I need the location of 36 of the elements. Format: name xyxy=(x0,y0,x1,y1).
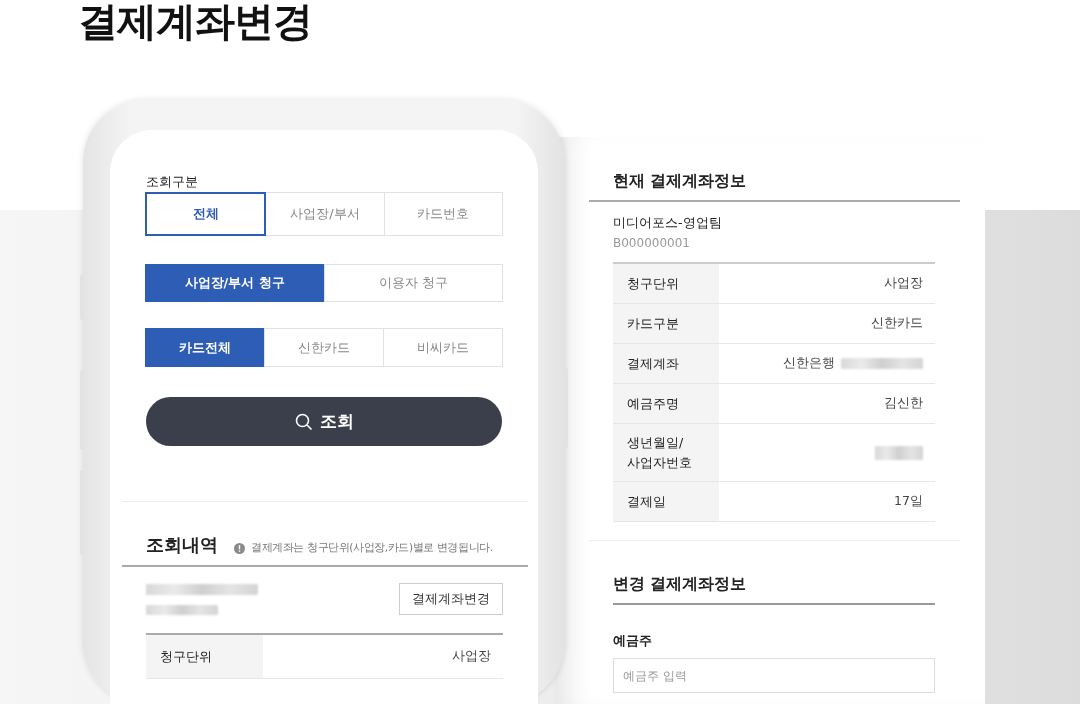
change-account-button[interactable]: 결제계좌변경 xyxy=(399,583,503,615)
segment-tab[interactable]: 사업장/부서 xyxy=(265,192,385,236)
segment-tab[interactable]: 비씨카드 xyxy=(383,328,503,367)
section-title: 현재 결제계좌정보 xyxy=(589,171,960,202)
row-value: 사업장 xyxy=(884,275,923,292)
segment-tab[interactable]: 카드전체 xyxy=(145,328,265,367)
segment-tab[interactable]: 이용자 청구 xyxy=(323,264,503,302)
segment-tab[interactable]: 사업장/부서 청구 xyxy=(145,264,325,302)
row-value: 17일 xyxy=(894,493,923,510)
info-icon xyxy=(234,542,245,554)
account-name: 미디어포스-영업팀 xyxy=(613,215,723,232)
input-field[interactable]: 예금주 입력 xyxy=(613,658,935,693)
row-label: 청구단위 xyxy=(146,635,263,678)
search-button[interactable]: 조회 xyxy=(146,397,502,446)
search-icon xyxy=(294,412,313,431)
redacted-block xyxy=(146,604,218,615)
row-value: 신한은행 xyxy=(783,355,835,372)
segment-tab[interactable]: 카드번호 xyxy=(383,192,503,236)
row-value: 신한카드 xyxy=(871,315,923,332)
notice-text: 결제계좌는 청구단위(사업장,카드)별로 변경됩니다. xyxy=(251,541,493,555)
row-value: 김신한 xyxy=(884,395,923,412)
row-label: 결제계좌 xyxy=(613,344,719,383)
field-label: 예금주 xyxy=(613,633,653,650)
row-label: 생년월일/ 사업자번호 xyxy=(613,424,719,481)
row-label: 청구단위 xyxy=(613,264,719,303)
row-label: 예금주명 xyxy=(613,384,719,423)
row-value: 사업장 xyxy=(452,648,491,665)
section-title: 변경 결제계좌정보 xyxy=(613,574,935,605)
account-code: B000000001 xyxy=(613,236,691,250)
row-label: 카드구분 xyxy=(613,304,719,343)
segment-tab[interactable]: 신한카드 xyxy=(264,328,384,367)
row-label: 결제일 xyxy=(613,482,719,521)
page-title: 결제계좌변경 xyxy=(78,0,312,46)
results-title: 조회내역 xyxy=(146,533,218,557)
filter-label: 조회구분 xyxy=(146,173,199,191)
segment-tab[interactable]: 전체 xyxy=(145,192,267,236)
